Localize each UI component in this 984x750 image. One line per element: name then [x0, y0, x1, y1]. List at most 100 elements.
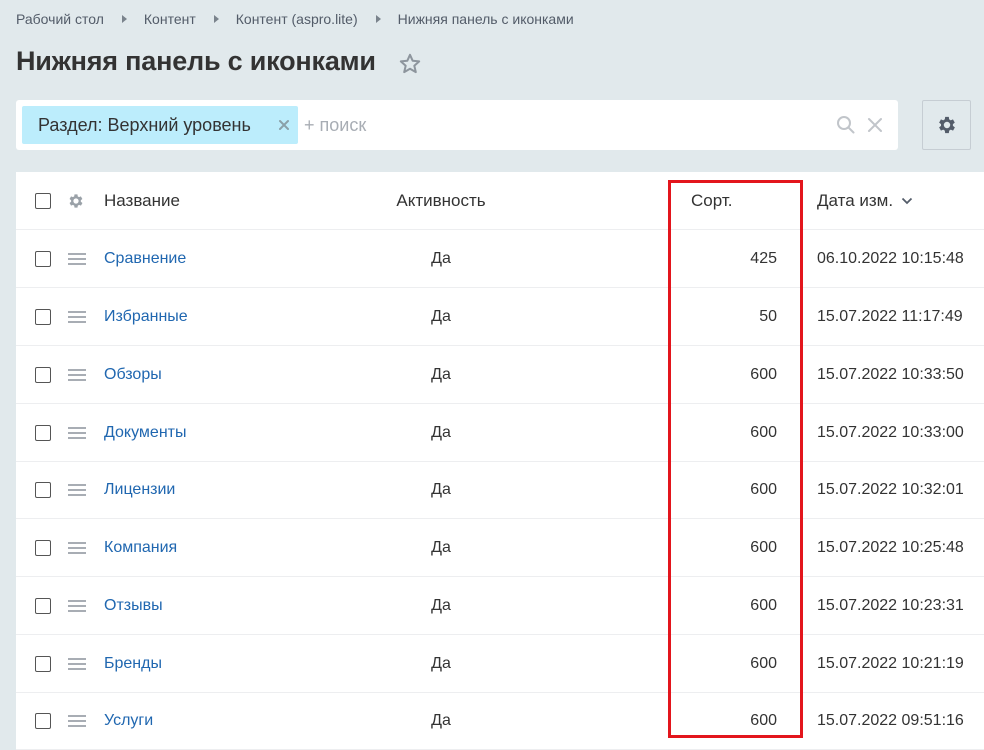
cell-name: Избранные [104, 288, 188, 346]
cell-date: 15.07.2022 11:17:49 [817, 308, 963, 325]
data-grid: Название Активность Сорт. Дата изм. Срав… [16, 172, 984, 750]
cell-date: 15.07.2022 10:25:48 [817, 539, 964, 556]
row-name-link[interactable]: Лицензии [104, 481, 175, 499]
row-name-link[interactable]: Документы [104, 424, 186, 442]
row-name-link[interactable]: Избранные [104, 308, 188, 326]
table-header: Название Активность Сорт. Дата изм. [16, 172, 984, 230]
cell-date: 15.07.2022 10:32:01 [817, 481, 964, 498]
drag-handle-icon[interactable] [68, 657, 86, 671]
row-checkbox[interactable] [35, 656, 51, 672]
cell-name: Бренды [104, 635, 162, 693]
cell-active: Да [431, 539, 451, 556]
table-row[interactable]: Бренды Да 600 15.07.2022 10:21:19 [16, 635, 984, 693]
drag-handle-icon[interactable] [68, 310, 86, 324]
table-row[interactable]: Обзоры Да 600 15.07.2022 10:33:50 [16, 346, 984, 404]
breadcrumb-item-current: Нижняя панель с иконками [397, 11, 574, 27]
row-checkbox[interactable] [35, 367, 51, 383]
drag-handle-icon[interactable] [68, 252, 86, 266]
filter-tag-section[interactable]: Раздел: Верхний уровень [22, 106, 298, 144]
search-icon[interactable] [836, 115, 856, 135]
cell-active: Да [431, 250, 451, 267]
cell-active: Да [431, 712, 451, 729]
drag-handle-icon[interactable] [68, 541, 86, 555]
cell-sort: 600 [750, 539, 777, 556]
cell-name: Отзывы [104, 577, 163, 635]
cell-sort: 50 [759, 308, 777, 325]
drag-handle-icon[interactable] [68, 483, 86, 497]
row-checkbox[interactable] [35, 713, 51, 729]
row-name-link[interactable]: Компания [104, 539, 177, 557]
settings-button[interactable] [922, 100, 971, 150]
drag-handle-icon[interactable] [68, 426, 86, 440]
table-row[interactable]: Компания Да 600 15.07.2022 10:25:48 [16, 519, 984, 577]
column-header-name[interactable]: Название [104, 172, 180, 230]
drag-handle-icon[interactable] [68, 714, 86, 728]
title-row: Нижняя панель с иконками [16, 46, 422, 77]
cell-sort: 600 [750, 424, 777, 441]
column-header-date-label: Дата изм. [817, 191, 894, 210]
row-checkbox[interactable] [35, 598, 51, 614]
row-name-link[interactable]: Обзоры [104, 366, 162, 384]
column-header-active[interactable]: Активность [316, 172, 566, 230]
breadcrumb-separator [375, 15, 381, 23]
cell-name: Документы [104, 404, 186, 462]
cell-active: Да [431, 655, 451, 672]
filter-tag-label: Раздел: Верхний уровень [38, 114, 251, 135]
table-row[interactable]: Документы Да 600 15.07.2022 10:33:00 [16, 404, 984, 462]
cell-active: Да [431, 366, 451, 383]
cell-sort: 425 [750, 250, 777, 267]
cell-date: 15.07.2022 10:33:50 [817, 366, 964, 383]
breadcrumb-separator [121, 15, 127, 23]
search-input[interactable] [304, 100, 824, 150]
cell-name: Компания [104, 519, 177, 577]
breadcrumb-item-desktop[interactable]: Рабочий стол [16, 11, 104, 27]
clear-icon[interactable] [867, 117, 883, 133]
row-name-link[interactable]: Сравнение [104, 250, 186, 268]
cell-name: Обзоры [104, 346, 162, 404]
table-row[interactable]: Избранные Да 50 15.07.2022 11:17:49 [16, 288, 984, 346]
chevron-down-icon [901, 197, 913, 205]
star-icon[interactable] [398, 52, 422, 76]
cell-active: Да [431, 597, 451, 614]
column-header-date[interactable]: Дата изм. [817, 172, 913, 230]
cell-sort: 600 [750, 366, 777, 383]
breadcrumb-item-content-aspro[interactable]: Контент (aspro.lite) [236, 11, 358, 27]
cell-active: Да [431, 424, 451, 441]
cell-date: 15.07.2022 10:23:31 [817, 597, 964, 614]
breadcrumb-item-content[interactable]: Контент [144, 11, 196, 27]
cell-date: 15.07.2022 10:21:19 [817, 655, 964, 672]
page-title: Нижняя панель с иконками [16, 46, 376, 76]
filter-bar: Раздел: Верхний уровень [16, 100, 898, 150]
cell-sort: 600 [750, 597, 777, 614]
select-all-checkbox[interactable] [35, 193, 51, 209]
breadcrumb-separator [213, 15, 219, 23]
row-checkbox[interactable] [35, 309, 51, 325]
cell-sort: 600 [750, 712, 777, 729]
row-name-link[interactable]: Бренды [104, 655, 162, 673]
cell-date: 15.07.2022 10:33:00 [817, 424, 964, 441]
cell-date: 06.10.2022 10:15:48 [817, 250, 964, 267]
row-name-link[interactable]: Отзывы [104, 597, 163, 615]
column-header-sort[interactable]: Сорт. [668, 172, 801, 230]
cell-sort: 600 [750, 481, 777, 498]
row-checkbox[interactable] [35, 482, 51, 498]
cell-name: Лицензии [104, 461, 175, 519]
drag-handle-icon[interactable] [68, 368, 86, 382]
cell-date: 15.07.2022 09:51:16 [817, 712, 964, 729]
cell-sort: 600 [750, 655, 777, 672]
row-checkbox[interactable] [35, 540, 51, 556]
breadcrumb: Рабочий стол Контент Контент (aspro.lite… [16, 11, 574, 27]
row-name-link[interactable]: Услуги [104, 712, 153, 730]
table-row[interactable]: Лицензии Да 600 15.07.2022 10:32:01 [16, 461, 984, 519]
cell-active: Да [431, 481, 451, 498]
table-row[interactable]: Сравнение Да 425 06.10.2022 10:15:48 [16, 230, 984, 288]
cell-name: Сравнение [104, 230, 186, 288]
row-checkbox[interactable] [35, 251, 51, 267]
row-checkbox[interactable] [35, 425, 51, 441]
table-row[interactable]: Услуги Да 600 15.07.2022 09:51:16 [16, 692, 984, 750]
remove-tag-icon[interactable] [276, 117, 292, 133]
table-row[interactable]: Отзывы Да 600 15.07.2022 10:23:31 [16, 577, 984, 635]
cell-name: Услуги [104, 692, 153, 750]
drag-handle-icon[interactable] [68, 599, 86, 613]
gear-icon[interactable] [67, 192, 85, 210]
